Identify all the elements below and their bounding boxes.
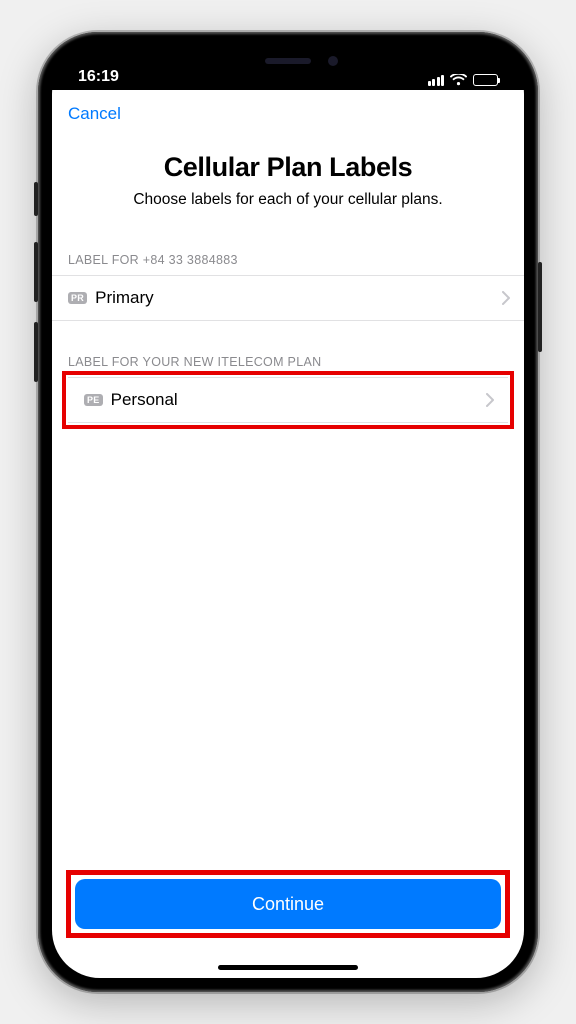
plan-badge: PE [84,394,103,406]
cellular-signal-icon [428,75,445,86]
battery-icon [473,74,498,86]
page-subtitle: Choose labels for each of your cellular … [72,191,504,209]
section-header-plan1: LABEL FOR +84 33 3884883 [52,219,524,275]
label-row-primary[interactable]: PR Primary [52,275,524,321]
chevron-right-icon [502,291,510,305]
section-header-plan2: LABEL FOR YOUR NEW ITelecom PLAN [52,321,524,377]
status-time: 16:19 [78,68,119,86]
power-button [538,262,542,352]
chevron-right-icon [486,393,494,407]
device-frame: 16:19 Cancel Cellular Plan Labels Choose… [38,32,538,992]
label-row-personal[interactable]: PE Personal [68,377,508,423]
volume-up-button [34,242,38,302]
home-indicator[interactable] [218,965,358,970]
nav-bar: Cancel [52,90,524,124]
plan-label: Primary [95,288,154,308]
cancel-button[interactable]: Cancel [68,104,121,124]
device-notch [183,46,393,76]
plan-badge: PR [68,292,87,304]
continue-button[interactable]: Continue [75,879,501,929]
plan-label: Personal [111,390,178,410]
header-block: Cellular Plan Labels Choose labels for e… [52,124,524,219]
page-title: Cellular Plan Labels [72,152,504,183]
highlight-personal-row: PE Personal [62,371,514,429]
volume-down-button [34,322,38,382]
mute-switch [34,182,38,216]
wifi-icon [450,74,467,86]
highlight-continue-button: Continue [66,870,510,938]
